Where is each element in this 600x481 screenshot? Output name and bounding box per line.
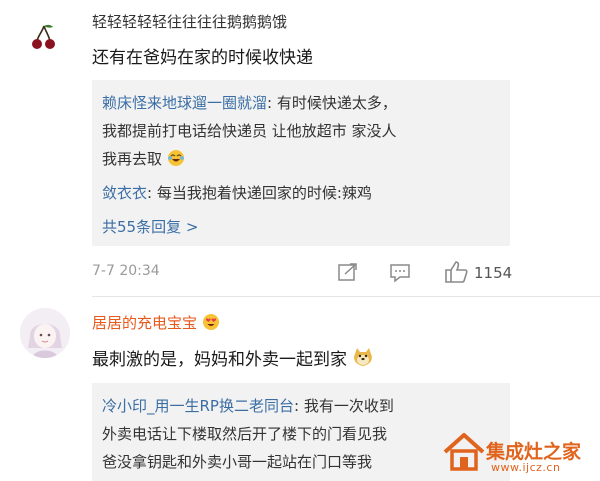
reply-1-line-3: 爸没拿钥匙和外卖小哥一起站在门口等我 (102, 453, 373, 471)
comment-username-text[interactable]: 居居的充电宝宝 (92, 314, 197, 332)
laughing-crying-emoji-icon (167, 150, 184, 166)
reply-author[interactable]: 赖床怪来地球遛一圈就溜 (102, 94, 267, 112)
reply-text: 有时候快递太多， (272, 94, 397, 112)
house-logo-icon (443, 433, 485, 471)
reply-text: 我有一次收到 (299, 397, 394, 415)
reply-1-line-2: 外卖电话让下楼取然后开了楼下的门看见我 (102, 425, 388, 443)
watermark-url: www.ijcz.cn (491, 461, 561, 474)
comment-username[interactable]: 轻轻轻轻轻往往往往鹅鹅鹅饿 (92, 11, 287, 32)
cherry-icon (32, 24, 55, 49)
comment-text: 还有在爸妈在家的时候收快递 (92, 48, 313, 68)
heart-eyes-emoji-icon (202, 314, 219, 330)
doge-emoji-icon (354, 348, 373, 366)
reply-author[interactable]: 冷小印_用一生RP换二老同台 (102, 397, 294, 415)
more-replies-link[interactable]: 共55条回复 > (102, 216, 198, 237)
watermark-name: 集成灶之家 (486, 441, 582, 463)
avatar-user[interactable] (20, 308, 70, 358)
reply-author[interactable]: 敛衣衣 (102, 184, 147, 202)
comment-text-content: 最刺激的是，妈妈和外卖一起到家 (92, 350, 347, 370)
reply-box: 赖床怪来地球遛一圈就溜: 有时候快递太多， 我都提前打电话给快递员 让他放超市 … (92, 80, 510, 246)
reply-1-line-1: 赖床怪来地球遛一圈就溜: 有时候快递太多， (102, 92, 397, 113)
like-icon[interactable] (443, 260, 469, 284)
comment-divider (92, 296, 600, 297)
reply-2-line-1: 敛衣衣: 每当我抱着快递回家的时候:辣鸡 (102, 182, 372, 203)
reply-text: 我再去取 (102, 150, 163, 168)
reply-text: 每当我抱着快递回家的时候:辣鸡 (152, 184, 372, 202)
comment-icon[interactable] (389, 263, 411, 283)
avatar-cherry[interactable] (20, 12, 68, 60)
reply-1-line-3: 我再去取 (102, 148, 185, 169)
comment-username[interactable]: 居居的充电宝宝 (92, 312, 220, 333)
comment-text: 最刺激的是，妈妈和外卖一起到家 (92, 345, 374, 370)
share-icon[interactable] (337, 262, 359, 282)
like-count: 1154 (474, 264, 513, 282)
reply-1-line-2: 我都提前打电话给快递员 让他放超市 家没人 (102, 122, 397, 140)
user-avatar-icon (20, 308, 70, 358)
reply-1-line-1: 冷小印_用一生RP换二老同台: 我有一次收到 (102, 395, 394, 416)
comment-timestamp: 7-7 20:34 (92, 263, 160, 279)
